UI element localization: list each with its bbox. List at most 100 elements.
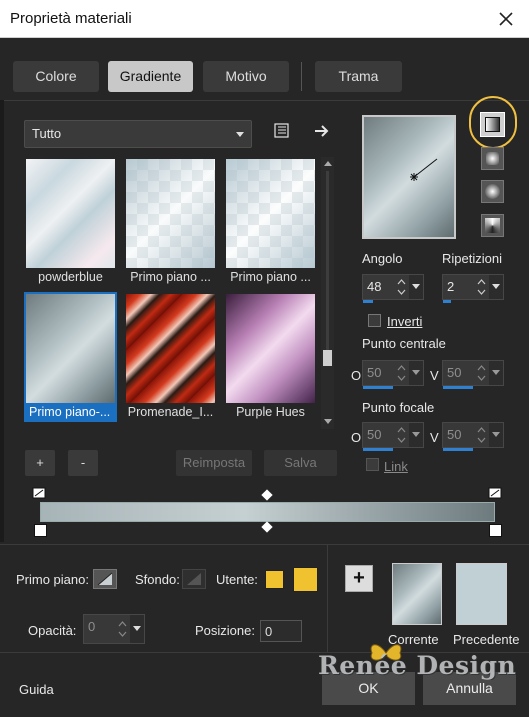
foreground-swatch[interactable] (93, 569, 117, 589)
rectangular-icon (486, 152, 499, 165)
focal-horizontal-field[interactable]: 50 (362, 422, 424, 451)
thumb-image (126, 294, 215, 403)
end-color-marker-icon[interactable] (488, 487, 503, 500)
angle-slider-toggle[interactable] (409, 275, 423, 299)
scroll-up-icon[interactable] (324, 161, 332, 166)
focal-v-slider-toggle[interactable] (489, 423, 503, 447)
scroll-thumb[interactable] (323, 350, 332, 366)
center-v-slider-toggle[interactable] (489, 361, 503, 385)
tab-trama[interactable]: Trama (315, 61, 402, 92)
chevron-down-icon (492, 370, 500, 375)
scroll-down-icon[interactable] (324, 419, 332, 424)
focal-h-stepper-icon[interactable] (396, 424, 407, 446)
thumbnail-scrollbar[interactable] (321, 157, 334, 429)
focal-h-slider-toggle[interactable] (409, 423, 423, 447)
add-to-swatches-button[interactable]: + (345, 565, 373, 592)
linear-gradient-style-button[interactable] (480, 112, 505, 137)
reset-button[interactable]: Reimposta (176, 450, 252, 476)
linear-icon (485, 117, 500, 132)
save-button[interactable]: Salva (264, 450, 337, 476)
repeats-slider-toggle[interactable] (489, 275, 503, 299)
gradient-thumb-purple-hues[interactable]: Purple Hues (224, 292, 317, 422)
opacity-stepper-icon[interactable] (117, 618, 128, 640)
tab-motivo[interactable]: Motivo (203, 61, 289, 92)
category-dropdown[interactable]: Tutto (24, 120, 252, 148)
thumb-image (26, 159, 115, 268)
focal-h-slider-bar (363, 448, 393, 451)
center-v-stepper-icon[interactable] (476, 362, 487, 384)
background-gradient-icon (187, 573, 201, 585)
angle-field[interactable]: 48 (362, 274, 424, 303)
repeats-field[interactable]: 2 (442, 274, 504, 303)
title-bar: Proprietà materiali (0, 0, 529, 38)
thumb-image (126, 159, 215, 268)
sunburst-icon (485, 184, 500, 199)
help-button[interactable]: Guida (19, 682, 54, 697)
bottom-vertical-divider (327, 545, 328, 652)
user-color-swatch-large[interactable] (293, 567, 318, 592)
center-point-label: Punto centrale (362, 336, 446, 351)
chevron-down-icon (492, 284, 500, 289)
window-title: Proprietà materiali (10, 10, 132, 27)
opacity-value: 0 (88, 619, 96, 634)
center-h-slider-bar (363, 386, 393, 389)
radial-gradient-style-button[interactable] (481, 214, 504, 237)
chevron-down-icon (492, 432, 500, 437)
focal-vertical-field[interactable]: 50 (442, 422, 504, 451)
current-swatch[interactable] (392, 563, 442, 625)
background-label: Sfondo: (135, 572, 180, 587)
bottom-divider (0, 544, 529, 545)
gradient-thumb-promenade[interactable]: Promenade_I... (124, 292, 217, 422)
repeats-slider-bar (443, 300, 451, 303)
gradient-thumb-primo-piano-selected[interactable]: Primo piano-... (24, 292, 117, 422)
background-swatch[interactable] (182, 569, 206, 589)
center-h-stepper-icon[interactable] (396, 362, 407, 384)
position-value: 0 (265, 624, 273, 639)
tab-colore[interactable]: Colore (13, 61, 99, 92)
gradient-thumb-primo-piano-1[interactable]: Primo piano ... (124, 157, 217, 287)
previous-label: Precedente (453, 632, 520, 647)
add-gradient-button[interactable]: + (25, 450, 55, 476)
thumb-label: Purple Hues (236, 405, 305, 419)
chevron-down-icon (412, 284, 420, 289)
gradient-direction-handle[interactable] (404, 155, 444, 185)
position-field[interactable]: 0 (260, 620, 302, 642)
end-opacity-marker[interactable] (489, 524, 502, 537)
thumb-label: Primo piano-... (29, 405, 111, 419)
opacity-field[interactable]: 0 (83, 614, 145, 644)
focal-horizontal-value: 50 (367, 427, 382, 442)
foreground-gradient-icon (97, 572, 113, 586)
center-vertical-field[interactable]: 50 (442, 360, 504, 389)
thumb-image (26, 294, 115, 403)
start-opacity-marker[interactable] (34, 524, 47, 537)
left-edge-strip (0, 100, 4, 542)
library-icon[interactable] (273, 123, 291, 139)
focal-h-label: O (351, 430, 362, 445)
repeats-label: Ripetizioni (442, 251, 502, 266)
center-horizontal-field[interactable]: 50 (362, 360, 424, 389)
link-checkbox[interactable] (366, 458, 379, 471)
start-color-marker-icon[interactable] (32, 487, 47, 500)
invert-checkbox[interactable] (368, 314, 381, 327)
gradient-editor-bar[interactable] (40, 502, 495, 522)
repeats-stepper-icon[interactable] (476, 276, 487, 298)
gradient-preview[interactable] (362, 115, 456, 239)
tab-divider (0, 100, 529, 101)
opacity-slider-toggle[interactable] (130, 615, 144, 643)
gradient-thumb-primo-piano-2[interactable]: Primo piano ... (224, 157, 317, 287)
remove-gradient-button[interactable]: - (68, 450, 98, 476)
close-icon[interactable] (493, 6, 519, 32)
rectangular-gradient-style-button[interactable] (481, 147, 504, 170)
center-h-slider-toggle[interactable] (409, 361, 423, 385)
focal-v-stepper-icon[interactable] (476, 424, 487, 446)
sunburst-gradient-style-button[interactable] (481, 180, 504, 203)
angle-stepper-icon[interactable] (396, 276, 407, 298)
focal-vertical-value: 50 (447, 427, 462, 442)
gradient-thumb-powderblue[interactable]: powderblue (24, 157, 117, 287)
previous-swatch[interactable] (456, 563, 507, 625)
user-color-swatch[interactable] (265, 570, 284, 589)
arrow-right-icon[interactable] (313, 123, 331, 139)
tab-gradiente[interactable]: Gradiente (108, 61, 193, 92)
user-label: Utente: (216, 572, 258, 587)
chevron-down-icon (412, 370, 420, 375)
